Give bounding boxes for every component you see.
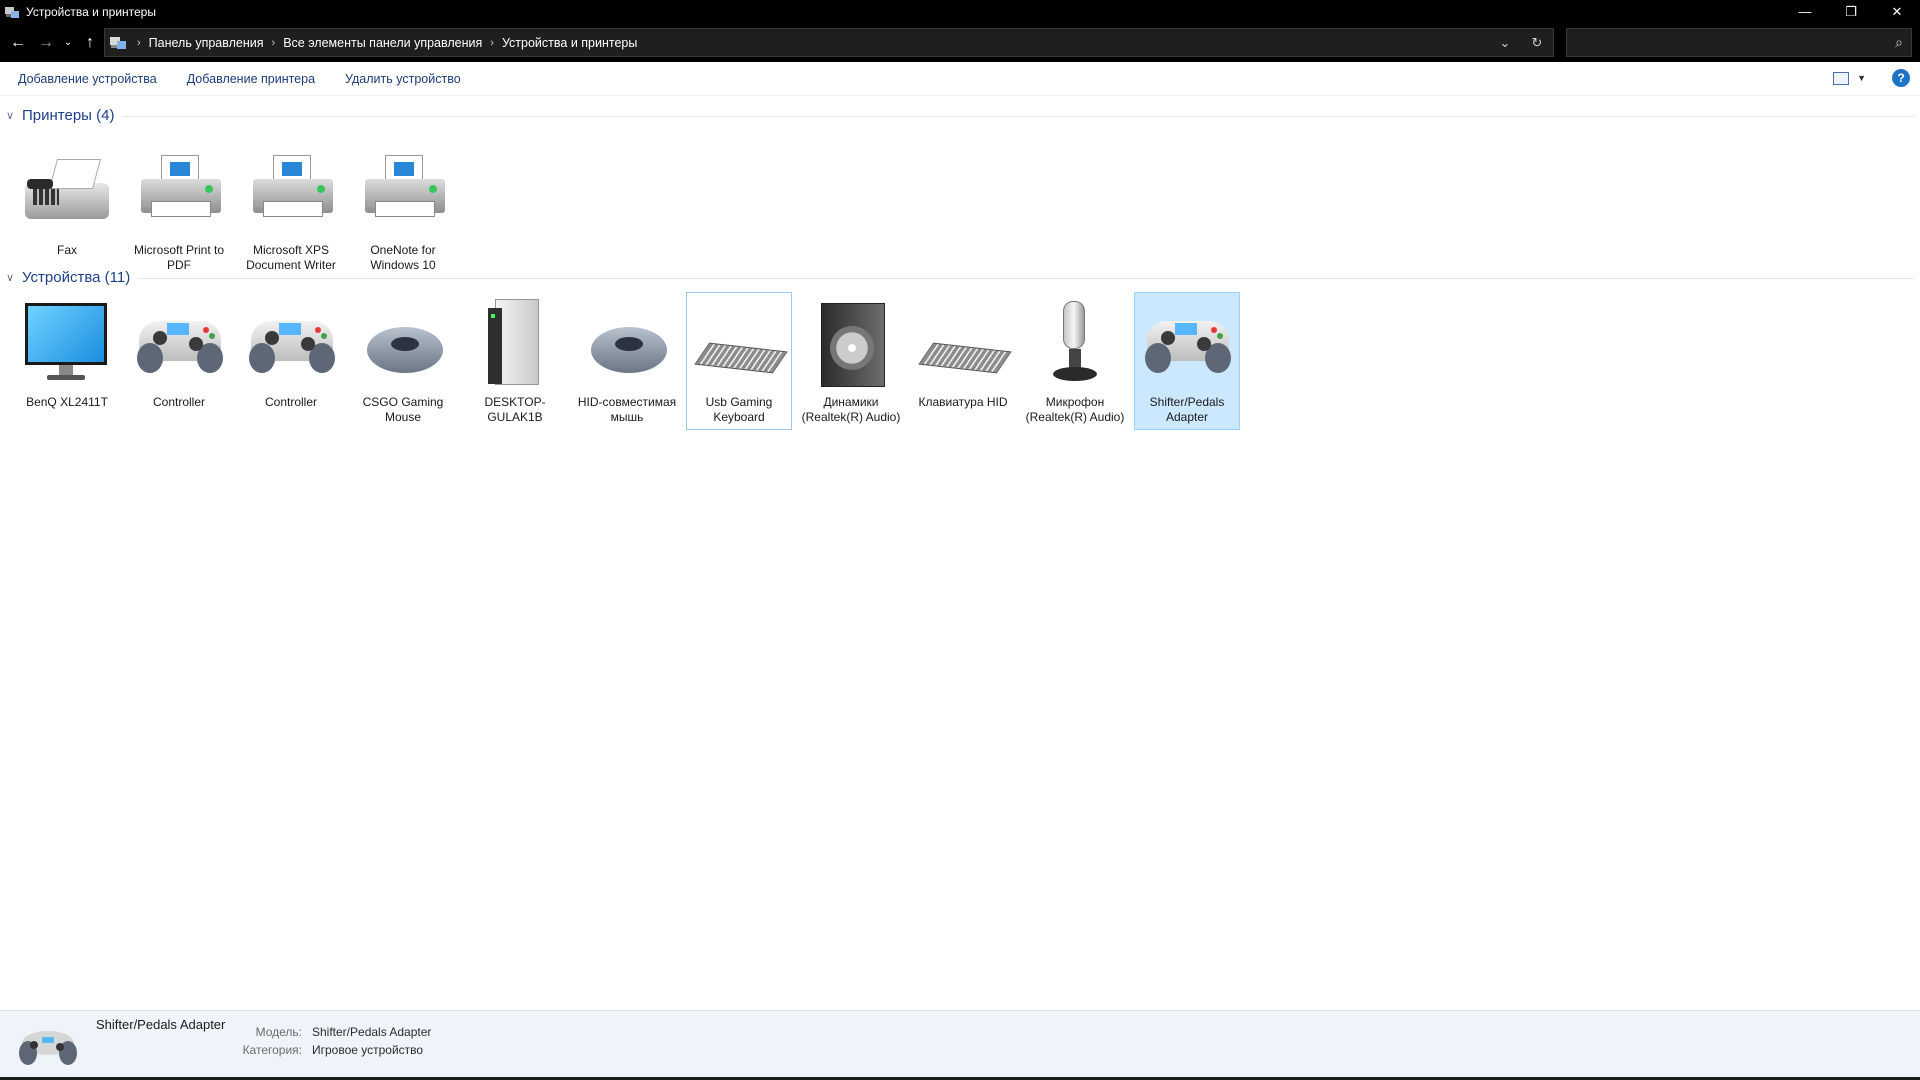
breadcrumb-control-panel[interactable]: Панель управления <box>149 36 264 50</box>
group-header-printers[interactable]: ∨ Принтеры (4) <box>6 104 1914 126</box>
gamepad-icon <box>16 1019 80 1073</box>
device-item-desktop[interactable]: DESKTOP-GULAK1B <box>462 292 568 430</box>
group-header-devices[interactable]: ∨ Устройства (11) <box>6 266 1914 288</box>
breadcrumb-separator: › <box>137 36 141 49</box>
recent-locations-chevron-icon[interactable]: ⌄ <box>60 28 76 58</box>
device-label: Usb Gaming Keyboard <box>705 395 773 424</box>
device-label: CSGO Gaming Mouse <box>362 395 444 424</box>
control-panel-icon <box>109 35 129 51</box>
chevron-down-icon[interactable]: ∨ <box>6 109 16 122</box>
device-item-hid-keyboard[interactable]: Клавиатура HID <box>910 292 1016 415</box>
chevron-down-icon[interactable]: ∨ <box>6 271 16 284</box>
mouse-icon <box>579 297 675 393</box>
back-arrow-icon[interactable]: ← <box>4 28 32 58</box>
details-pane: Shifter/Pedals Adapter Модель: Shifter/P… <box>0 1010 1920 1077</box>
device-label: Микрофон (Realtek(R) Audio) <box>1025 395 1125 424</box>
device-label: Shifter/Pedals Adapter <box>1149 395 1225 424</box>
details-model-label: Модель: <box>255 1025 302 1039</box>
device-label: DESKTOP-GULAK1B <box>484 395 546 424</box>
remove-device-button[interactable]: Удалить устройство <box>345 72 461 86</box>
change-view-icon[interactable] <box>1833 71 1850 85</box>
address-history-chevron-icon[interactable]: ⌄ <box>1489 35 1521 51</box>
navigation-bar: ← → ⌄ ↑ › Панель управления › Все элемен… <box>0 23 1920 62</box>
minimize-button[interactable]: — <box>1782 0 1828 23</box>
details-model-value: Shifter/Pedals Adapter <box>312 1025 432 1039</box>
device-item-hid-mouse[interactable]: HID-совместимая мышь <box>574 292 680 430</box>
group-label-devices: Устройства (11) <box>22 268 131 286</box>
title-bar: Устройства и принтеры — ❐ ✕ <box>0 0 1920 23</box>
breadcrumb-separator[interactable]: › <box>272 37 276 49</box>
refresh-icon[interactable]: ↻ <box>1521 35 1553 51</box>
close-button[interactable]: ✕ <box>1874 0 1920 23</box>
group-divider <box>122 115 1914 117</box>
mouse-icon <box>355 297 451 393</box>
printer-icon <box>355 145 451 241</box>
computer-tower-icon <box>467 297 563 393</box>
group-label-printers: Принтеры (4) <box>22 106 115 124</box>
microphone-icon <box>1027 297 1123 393</box>
devices-printers-app-icon <box>4 4 20 20</box>
keyboard-icon <box>915 297 1012 393</box>
details-category-value: Игровое устройство <box>312 1043 424 1057</box>
device-item-xps-writer[interactable]: Microsoft XPS Document Writer <box>238 140 344 278</box>
search-input[interactable]: ⌕ <box>1566 28 1912 57</box>
restore-button[interactable]: ❐ <box>1828 0 1874 23</box>
device-label: Клавиатура HID <box>918 395 1008 409</box>
device-item-speakers[interactable]: Динамики (Realtek(R) Audio) <box>798 292 904 430</box>
gamepad-icon <box>1139 297 1235 393</box>
add-device-button[interactable]: Добавление устройства <box>18 72 157 86</box>
monitor-icon <box>19 297 115 393</box>
device-label: BenQ XL2411T <box>26 395 108 409</box>
up-arrow-icon[interactable]: ↑ <box>76 28 104 58</box>
device-item-controller-2[interactable]: Controller <box>238 292 344 415</box>
help-button[interactable]: ? <box>1892 69 1910 87</box>
device-item-csgo-mouse[interactable]: CSGO Gaming Mouse <box>350 292 456 430</box>
device-label: Динамики (Realtek(R) Audio) <box>801 395 901 424</box>
keyboard-icon <box>691 297 788 393</box>
group-divider <box>138 277 1914 279</box>
view-options-chevron-icon[interactable]: ▼ <box>1857 73 1866 83</box>
device-item-microphone[interactable]: Микрофон (Realtek(R) Audio) <box>1022 292 1128 430</box>
breadcrumb-devices-printers[interactable]: Устройства и принтеры <box>502 36 637 50</box>
printer-icon <box>243 145 339 241</box>
device-item-usb-keyboard[interactable]: Usb Gaming Keyboard <box>686 292 792 430</box>
device-item-shifter-adapter[interactable]: Shifter/Pedals Adapter <box>1134 292 1240 430</box>
gamepad-icon <box>131 297 227 393</box>
details-category-label: Категория: <box>242 1043 302 1057</box>
forward-arrow-icon[interactable]: → <box>32 28 60 58</box>
gamepad-icon <box>243 297 339 393</box>
window-title: Устройства и принтеры <box>26 4 156 19</box>
device-item-print-to-pdf[interactable]: Microsoft Print to PDF <box>126 140 232 278</box>
add-printer-button[interactable]: Добавление принтера <box>187 72 315 86</box>
device-item-monitor[interactable]: BenQ XL2411T <box>14 292 120 415</box>
command-bar: Добавление устройства Добавление принтер… <box>0 62 1920 96</box>
device-item-onenote[interactable]: OneNote for Windows 10 <box>350 140 456 278</box>
device-label: Fax <box>56 243 77 257</box>
search-icon[interactable]: ⌕ <box>1895 34 1903 51</box>
device-item-fax[interactable]: Fax <box>14 140 120 263</box>
device-label: Controller <box>264 395 318 409</box>
device-item-controller-1[interactable]: Controller <box>126 292 232 415</box>
speaker-icon <box>803 297 899 393</box>
details-device-name: Shifter/Pedals Adapter <box>96 1017 226 1032</box>
fax-icon <box>19 145 115 241</box>
printer-icon <box>131 145 227 241</box>
address-field[interactable]: › Панель управления › Все элементы панел… <box>104 28 1554 57</box>
breadcrumb-separator[interactable]: › <box>490 37 494 49</box>
breadcrumb-all-items[interactable]: Все элементы панели управления <box>283 36 482 50</box>
device-label: Controller <box>152 395 206 409</box>
device-label: HID-совместимая мышь <box>577 395 677 424</box>
